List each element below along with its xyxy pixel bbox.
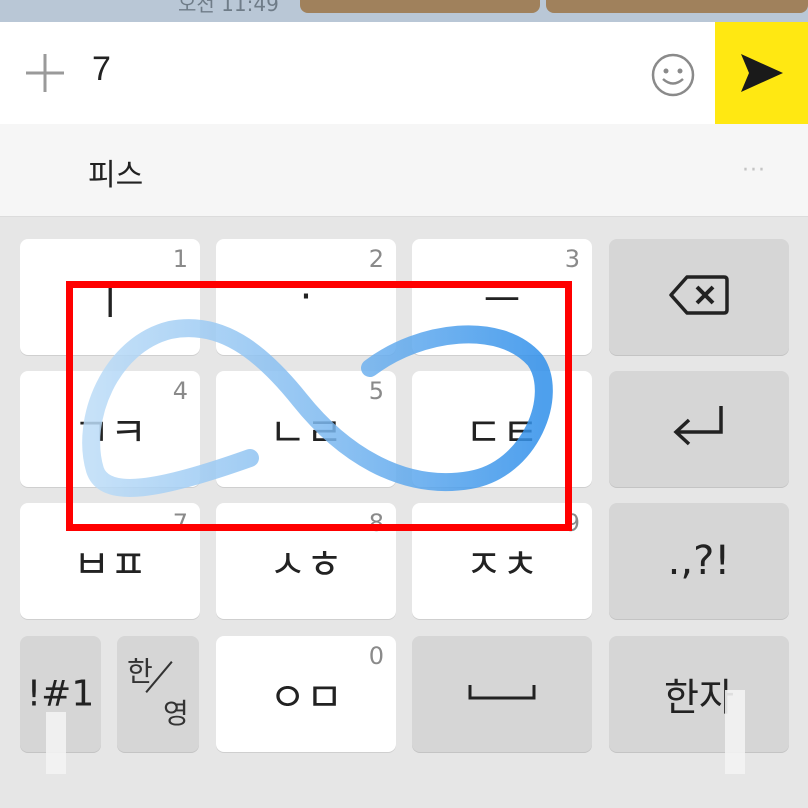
more-suggestions-icon[interactable]: ··· [742, 158, 766, 183]
key-label: .,?! [667, 538, 731, 584]
send-button[interactable] [715, 22, 808, 124]
punctuation-key[interactable]: .,?! [609, 503, 789, 619]
space-icon [467, 682, 537, 706]
message-time: 오전 11:49 [178, 0, 279, 16]
space-key[interactable] [412, 636, 592, 752]
language-toggle-key[interactable]: 한 영 [117, 636, 199, 752]
hanja-key[interactable]: 한자 [609, 636, 789, 752]
key-label: !#1 [26, 673, 95, 715]
smiley-icon[interactable] [650, 52, 696, 98]
suggestion-word[interactable]: 피스 [88, 150, 143, 194]
backspace-icon [669, 274, 729, 320]
enter-icon [669, 402, 729, 456]
key-label: 한자 [664, 675, 734, 720]
lang-korean: 한 [127, 655, 153, 688]
image-thumbnail[interactable] [546, 0, 808, 13]
chat-strip: 오전 11:49 [0, 0, 808, 22]
key-label: ㅇㅁ [269, 675, 343, 721]
plus-icon[interactable] [24, 52, 66, 94]
highlight-box [66, 281, 572, 531]
key-number: 2 [368, 245, 384, 273]
image-thumbnail[interactable] [300, 0, 540, 13]
watermark-right [725, 690, 745, 774]
enter-button[interactable] [609, 371, 789, 487]
key-label: ㅅㅎ [269, 542, 343, 588]
message-input[interactable]: 7 [92, 50, 111, 89]
key-label: ㅂㅍ [73, 542, 147, 588]
language-toggle-label: 한 영 [117, 636, 199, 752]
backspace-button[interactable] [609, 239, 789, 355]
key-label: ㅈㅊ [465, 542, 539, 588]
lang-english: 영 [163, 697, 189, 730]
key-ieung[interactable]: 0 ㅇㅁ [216, 636, 396, 752]
message-input-bar: 7 [0, 22, 808, 124]
suggestion-bar: 피스 ··· [0, 124, 808, 217]
watermark-left [46, 712, 66, 774]
send-arrow-icon [741, 54, 783, 92]
